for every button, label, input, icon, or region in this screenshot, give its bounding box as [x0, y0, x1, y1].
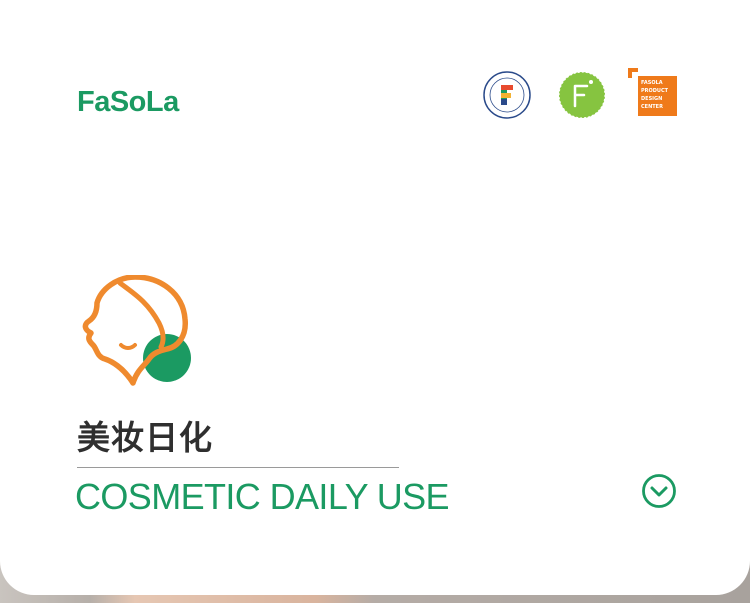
svg-text:CENTER: CENTER: [641, 104, 663, 110]
category-card: FaSoLa FASOLA PRODUCT DESIGN CENTER 美妆日化…: [0, 0, 750, 595]
face-profile-icon: [82, 275, 191, 386]
fasola-product-design-center-badge: FASOLA PRODUCT DESIGN CENTER: [628, 68, 677, 116]
svg-text:PRODUCT: PRODUCT: [641, 88, 669, 94]
divider: [77, 467, 399, 468]
brand-logo[interactable]: FaSoLa: [77, 86, 179, 119]
category-title-cn: 美妆日化: [77, 418, 213, 457]
chevron-down-circle-icon[interactable]: [641, 473, 677, 509]
svg-text:FASOLA: FASOLA: [641, 80, 663, 86]
category-title-en: COSMETIC DAILY USE: [75, 476, 450, 517]
fasola-shanghai-badge: [558, 71, 606, 119]
svg-text:DESIGN: DESIGN: [641, 96, 662, 102]
fasola-seoul-badge: [483, 71, 531, 119]
